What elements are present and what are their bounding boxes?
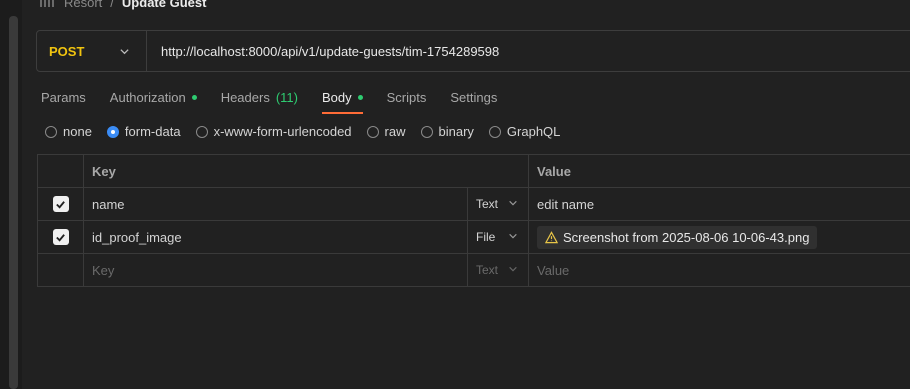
body-type-binary[interactable]: binary bbox=[420, 124, 474, 139]
breadcrumb: Resort / Update Guest bbox=[40, 0, 206, 12]
table-row-empty: Key Text Value bbox=[37, 254, 910, 287]
value-input[interactable]: edit name bbox=[528, 188, 910, 220]
body-type-urlencoded[interactable]: x-www-form-urlencoded bbox=[195, 124, 352, 139]
tab-params[interactable]: Params bbox=[41, 86, 86, 108]
tab-label: Scripts bbox=[386, 89, 427, 105]
radio-icon[interactable] bbox=[195, 125, 208, 138]
header-key: Key bbox=[83, 155, 528, 187]
radio-checked-icon[interactable] bbox=[106, 125, 119, 138]
tab-label: Settings bbox=[450, 89, 498, 105]
type-select[interactable]: Text bbox=[467, 254, 528, 286]
type-label: Text bbox=[476, 197, 499, 211]
row-check-cell bbox=[37, 221, 83, 253]
body-type-none[interactable]: none bbox=[45, 124, 92, 139]
headers-count: (11) bbox=[275, 89, 298, 105]
radio-icon[interactable] bbox=[488, 125, 501, 138]
radio-icon[interactable] bbox=[45, 125, 57, 138]
body-type-raw[interactable]: raw bbox=[366, 124, 406, 139]
status-dot-icon bbox=[191, 94, 197, 100]
row-check-cell bbox=[37, 188, 83, 220]
checkbox-checked-icon[interactable] bbox=[52, 229, 69, 245]
request-tabs: Params Authorization Headers (11) Body Sc… bbox=[41, 86, 521, 114]
header-value: Value bbox=[528, 155, 910, 187]
breadcrumb-separator: / bbox=[110, 0, 114, 10]
body-type-label: GraphQL bbox=[506, 124, 561, 139]
method-select[interactable]: POST bbox=[37, 31, 147, 71]
chevron-down-icon bbox=[508, 197, 518, 211]
url-input[interactable]: http://localhost:8000/api/v1/update-gues… bbox=[147, 44, 499, 59]
body-type-form-data[interactable]: form-data bbox=[106, 124, 181, 139]
tab-headers[interactable]: Headers (11) bbox=[221, 86, 298, 108]
type-select[interactable]: Text bbox=[467, 188, 528, 220]
value-input[interactable]: Value bbox=[528, 254, 910, 286]
status-dot-icon bbox=[357, 94, 363, 100]
scrollbar[interactable] bbox=[9, 16, 18, 389]
file-chip[interactable]: Screenshot from 2025-08-06 10-06-43.png bbox=[537, 225, 818, 249]
method-label: POST bbox=[49, 43, 85, 59]
chevron-down-icon bbox=[508, 230, 518, 244]
key-input[interactable]: id_proof_image bbox=[83, 221, 467, 253]
table-row: id_proof_image File Screenshot from 2025… bbox=[37, 221, 910, 254]
key-input[interactable]: name bbox=[83, 188, 467, 220]
tab-scripts[interactable]: Scripts bbox=[387, 86, 427, 108]
body-type-label: none bbox=[63, 124, 92, 139]
collection-icon bbox=[40, 0, 54, 7]
tab-label: Authorization bbox=[109, 89, 186, 105]
checkbox-checked-icon[interactable] bbox=[52, 196, 69, 212]
value-file-cell: Screenshot from 2025-08-06 10-06-43.png bbox=[528, 221, 910, 253]
file-name: Screenshot from 2025-08-06 10-06-43.png bbox=[563, 229, 810, 245]
tab-label: Params bbox=[41, 89, 86, 105]
tab-label: Body bbox=[321, 89, 352, 105]
body-type-graphql[interactable]: GraphQL bbox=[488, 124, 561, 139]
body-type-label: form-data bbox=[124, 124, 181, 139]
row-check-cell bbox=[37, 254, 83, 286]
body-type-label: binary bbox=[438, 124, 474, 139]
left-rail bbox=[0, 0, 22, 389]
tab-authorization[interactable]: Authorization bbox=[110, 86, 197, 108]
type-label: Text bbox=[476, 263, 499, 277]
form-data-table: Key Value name Text edit name id_proof_i… bbox=[37, 154, 910, 287]
breadcrumb-parent[interactable]: Resort bbox=[64, 0, 102, 10]
body-type-options: none form-data x-www-form-urlencoded raw… bbox=[45, 124, 575, 139]
body-type-label: raw bbox=[384, 124, 406, 139]
tab-settings[interactable]: Settings bbox=[450, 86, 497, 108]
radio-icon[interactable] bbox=[366, 125, 379, 138]
table-header: Key Value bbox=[37, 155, 910, 188]
breadcrumb-current[interactable]: Update Guest bbox=[122, 0, 207, 10]
warning-icon bbox=[545, 230, 558, 243]
tab-body[interactable]: Body bbox=[321, 86, 363, 114]
key-input[interactable]: Key bbox=[83, 254, 467, 286]
chevron-down-icon bbox=[508, 263, 518, 277]
table-row: name Text edit name bbox=[37, 188, 910, 221]
body-type-label: x-www-form-urlencoded bbox=[213, 124, 352, 139]
type-label: File bbox=[476, 230, 496, 244]
header-check-cell bbox=[37, 155, 83, 187]
radio-icon[interactable] bbox=[420, 125, 433, 138]
type-select[interactable]: File bbox=[467, 221, 528, 253]
request-url-bar: POST http://localhost:8000/api/v1/update… bbox=[36, 30, 910, 72]
chevron-down-icon bbox=[120, 48, 129, 54]
tab-label: Headers bbox=[220, 89, 270, 105]
